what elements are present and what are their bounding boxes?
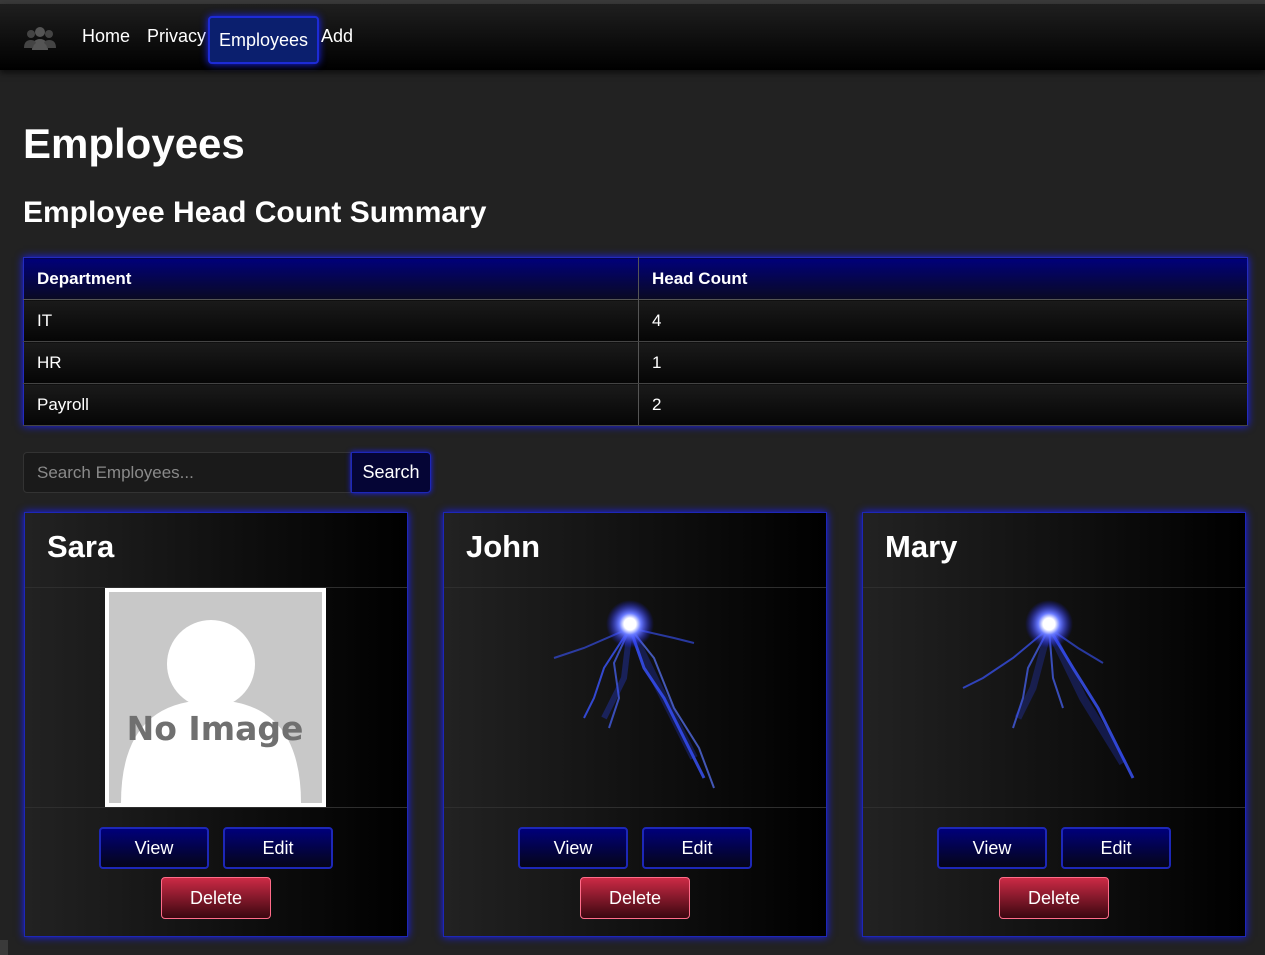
table-row: IT 4 <box>23 299 1248 342</box>
view-button[interactable]: View <box>99 827 209 869</box>
nav-add[interactable]: Add <box>315 12 359 60</box>
edit-button[interactable]: Edit <box>1061 827 1171 869</box>
employee-name: Mary <box>885 529 958 564</box>
edit-button[interactable]: Edit <box>642 827 752 869</box>
employee-photo <box>863 588 1245 807</box>
no-image-placeholder: No Image <box>105 588 326 807</box>
delete-button[interactable]: Delete <box>999 877 1109 919</box>
lightning-orb-image <box>962 600 1135 779</box>
department-cell: Payroll <box>23 383 639 426</box>
no-image-text: No Image <box>127 709 304 748</box>
table-row: HR 1 <box>23 341 1248 384</box>
employee-card-mary: Mary View Edit Delete <box>862 512 1246 937</box>
head-count-cell: 4 <box>638 299 1248 342</box>
employee-photo: No Image <box>25 588 407 807</box>
employee-name: John <box>466 529 541 564</box>
department-cell: IT <box>23 299 639 342</box>
divider <box>444 807 826 808</box>
page-title: Employees <box>23 120 245 167</box>
column-header-department: Department <box>23 257 639 300</box>
nav-home[interactable]: Home <box>76 12 136 60</box>
employee-card-sara: Sara No Image View Edit Delete <box>24 512 408 937</box>
column-header-head-count: Head Count <box>638 257 1248 300</box>
department-cell: HR <box>23 341 639 384</box>
search-input[interactable] <box>23 452 351 493</box>
view-button[interactable]: View <box>937 827 1047 869</box>
person-silhouette-icon: No Image <box>109 592 322 803</box>
delete-button[interactable]: Delete <box>161 877 271 919</box>
people-group-icon[interactable] <box>24 24 56 52</box>
employee-card-john: John View Edit Delete <box>443 512 827 937</box>
summary-title: Employee Head Count Summary <box>23 196 487 229</box>
employee-photo <box>444 588 826 807</box>
lightning-orb-image <box>553 600 715 789</box>
nav-employees[interactable]: Employees <box>208 16 320 64</box>
employee-name: Sara <box>47 529 115 564</box>
head-count-cell: 2 <box>638 383 1248 426</box>
delete-button[interactable]: Delete <box>580 877 690 919</box>
search-button[interactable]: Search <box>351 452 431 493</box>
edit-button[interactable]: Edit <box>223 827 333 869</box>
nav-privacy[interactable]: Privacy <box>141 12 212 60</box>
view-button[interactable]: View <box>518 827 628 869</box>
table-row: Payroll 2 <box>23 383 1248 426</box>
scrollbar-corner <box>0 940 8 955</box>
head-count-cell: 1 <box>638 341 1248 384</box>
divider <box>25 807 407 808</box>
divider <box>863 807 1245 808</box>
navbar: Home Privacy Employees Add <box>0 4 1265 70</box>
head-count-table: Department Head Count IT 4 HR 1 Payroll … <box>23 257 1248 426</box>
table-header-row: Department Head Count <box>23 257 1248 300</box>
